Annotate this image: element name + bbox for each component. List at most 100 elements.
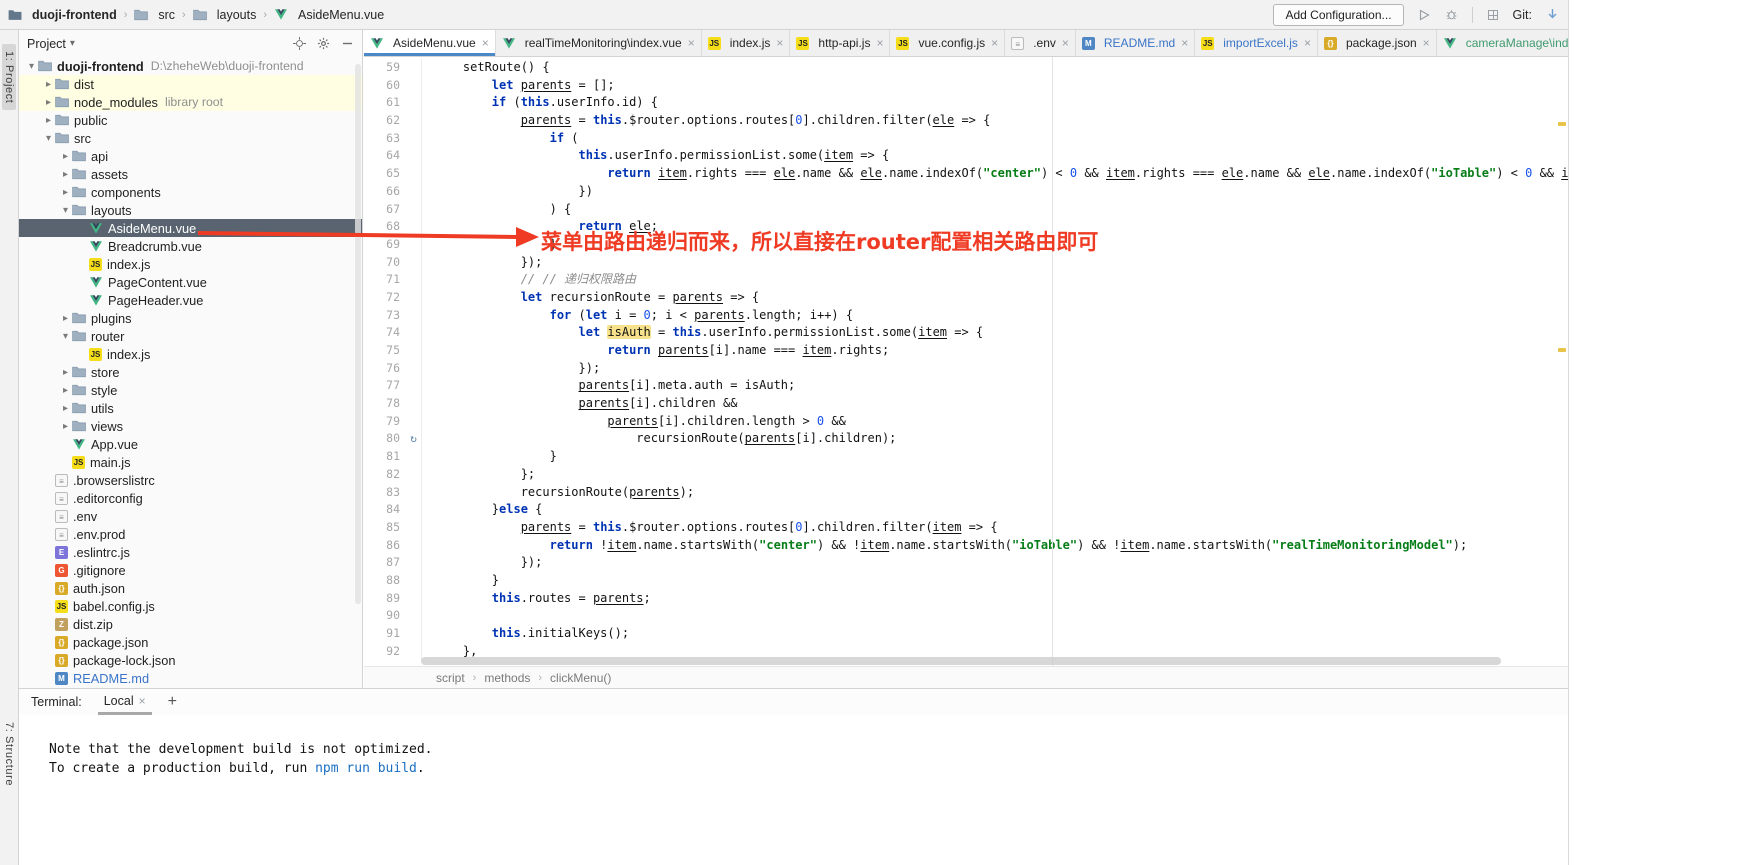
editor-tab-env[interactable]: ≡.env×: [1005, 30, 1076, 56]
project-view-title[interactable]: Project: [27, 37, 66, 51]
line-number[interactable]: 71: [364, 271, 406, 289]
close-icon[interactable]: ×: [139, 694, 146, 708]
tree-item-router[interactable]: ▾router: [19, 327, 362, 345]
line-number[interactable]: 72: [364, 289, 406, 307]
line-number[interactable]: 74: [364, 324, 406, 342]
chevron-closed-icon[interactable]: ▸: [59, 151, 72, 162]
line-number[interactable]: 62: [364, 112, 406, 130]
chevron-closed-icon[interactable]: ▸: [42, 97, 55, 108]
toolwindows-icon[interactable]: [1485, 7, 1501, 23]
line-number[interactable]: 65: [364, 165, 406, 183]
chevron-closed-icon[interactable]: ▸: [42, 115, 55, 126]
tree-item-pagecontent-vue[interactable]: PageContent.vue: [19, 273, 362, 291]
tree-item-utils[interactable]: ▸utils: [19, 399, 362, 417]
line-number[interactable]: 75: [364, 342, 406, 360]
editor-breadcrumb-methods[interactable]: methods: [484, 671, 530, 685]
line-number[interactable]: 78: [364, 395, 406, 413]
line-number[interactable]: 63: [364, 130, 406, 148]
tree-item-views[interactable]: ▸views: [19, 417, 362, 435]
close-icon[interactable]: ×: [1423, 36, 1430, 50]
tree-item-package-json[interactable]: {}package.json: [19, 633, 362, 651]
chevron-open-icon[interactable]: ▾: [59, 205, 72, 216]
line-number[interactable]: 76: [364, 360, 406, 378]
terminal-tab-local[interactable]: Local ×: [98, 690, 152, 715]
editor-tab-importexcel-js[interactable]: JSimportExcel.js×: [1195, 30, 1318, 56]
line-number[interactable]: 61: [364, 94, 406, 112]
chevron-open-icon[interactable]: ▾: [25, 61, 38, 72]
close-icon[interactable]: ×: [991, 36, 998, 50]
line-number[interactable]: 77: [364, 377, 406, 395]
line-number[interactable]: 88: [364, 572, 406, 590]
line-number[interactable]: 67: [364, 201, 406, 219]
line-number[interactable]: 60: [364, 77, 406, 95]
editor-breadcrumb-script[interactable]: script: [436, 671, 465, 685]
project-scrollbar[interactable]: [355, 64, 361, 604]
editor-tab-http-api-js[interactable]: JShttp-api.js×: [790, 30, 890, 56]
tree-item-public[interactable]: ▸public: [19, 111, 362, 129]
editor-tab-asidemenu-vue[interactable]: AsideMenu.vue×: [364, 30, 496, 56]
line-number[interactable]: 69: [364, 236, 406, 254]
tree-item-package-lock-json[interactable]: {}package-lock.json: [19, 651, 362, 669]
tree-item-node-modules[interactable]: ▸node_moduleslibrary root: [19, 93, 362, 111]
breadcrumb-item-duoji-frontend[interactable]: duoji-frontend: [8, 8, 117, 22]
hide-panel-icon[interactable]: [341, 37, 354, 50]
tree-item-assets[interactable]: ▸assets: [19, 165, 362, 183]
line-number[interactable]: 66: [364, 183, 406, 201]
chevron-closed-icon[interactable]: ▸: [59, 313, 72, 324]
line-number[interactable]: 79: [364, 413, 406, 431]
recursive-call-icon[interactable]: ↻: [406, 430, 422, 448]
tree-item-gitignore[interactable]: G.gitignore: [19, 561, 362, 579]
tree-item-browserslistrc[interactable]: ≡.browserslistrc: [19, 471, 362, 489]
chevron-closed-icon[interactable]: ▸: [59, 169, 72, 180]
run-icon[interactable]: [1416, 7, 1432, 23]
close-icon[interactable]: ×: [1304, 36, 1311, 50]
horizontal-scrollbar[interactable]: [421, 657, 1501, 665]
chevron-closed-icon[interactable]: ▸: [59, 385, 72, 396]
locate-file-icon[interactable]: [293, 37, 306, 50]
close-icon[interactable]: ×: [1181, 36, 1188, 50]
line-number[interactable]: 89: [364, 590, 406, 608]
vcs-update-icon[interactable]: [1544, 7, 1560, 23]
add-configuration-button[interactable]: Add Configuration...: [1273, 4, 1403, 26]
breadcrumb-item-src[interactable]: src: [134, 8, 175, 22]
tree-item-app-vue[interactable]: App.vue: [19, 435, 362, 453]
line-number[interactable]: 90: [364, 607, 406, 625]
tree-item-src[interactable]: ▾src: [19, 129, 362, 147]
line-number[interactable]: 59: [364, 59, 406, 77]
line-number[interactable]: 91: [364, 625, 406, 643]
error-stripe-mark[interactable]: [1558, 348, 1566, 352]
tree-item-plugins[interactable]: ▸plugins: [19, 309, 362, 327]
editor-tab-realtimemonitoring-index-vue[interactable]: realTimeMonitoring\index.vue×: [496, 30, 702, 56]
chevron-closed-icon[interactable]: ▸: [42, 79, 55, 90]
chevron-closed-icon[interactable]: ▸: [59, 367, 72, 378]
tree-item-readme-md[interactable]: MREADME.md: [19, 669, 362, 687]
tree-item-babel-config-js[interactable]: JSbabel.config.js: [19, 597, 362, 615]
chevron-closed-icon[interactable]: ▸: [59, 421, 72, 432]
tree-item-main-js[interactable]: JSmain.js: [19, 453, 362, 471]
tree-item-env[interactable]: ≡.env: [19, 507, 362, 525]
tree-item-components[interactable]: ▸components: [19, 183, 362, 201]
tree-item-dist-zip[interactable]: Zdist.zip: [19, 615, 362, 633]
tree-item-auth-json[interactable]: {}auth.json: [19, 579, 362, 597]
editor-tab-package-json[interactable]: {}package.json×: [1318, 30, 1437, 56]
tree-item-editorconfig[interactable]: ≡.editorconfig: [19, 489, 362, 507]
tree-item-store[interactable]: ▸store: [19, 363, 362, 381]
line-number[interactable]: 80: [364, 430, 406, 448]
tree-item-duoji-frontend[interactable]: ▾duoji-frontendD:\zheheWeb\duoji-fronten…: [19, 57, 362, 75]
editor-breadcrumb-clickmenu[interactable]: clickMenu(): [550, 671, 611, 685]
line-number[interactable]: 64: [364, 147, 406, 165]
line-number[interactable]: 86: [364, 537, 406, 555]
tree-item-pageheader-vue[interactable]: PageHeader.vue: [19, 291, 362, 309]
tree-item-breadcrumb-vue[interactable]: Breadcrumb.vue: [19, 237, 362, 255]
chevron-closed-icon[interactable]: ▸: [59, 187, 72, 198]
line-number[interactable]: 92: [364, 643, 406, 661]
line-number[interactable]: 82: [364, 466, 406, 484]
tool-stripe-project-button[interactable]: 1: Project: [2, 44, 16, 110]
close-icon[interactable]: ×: [688, 36, 695, 50]
tree-item-dist[interactable]: ▸dist: [19, 75, 362, 93]
editor-tab-vue-config-js[interactable]: JSvue.config.js×: [890, 30, 1005, 56]
line-number[interactable]: 73: [364, 307, 406, 325]
gear-icon[interactable]: [317, 37, 330, 50]
close-icon[interactable]: ×: [876, 36, 883, 50]
tree-item-index-js[interactable]: JSindex.js: [19, 345, 362, 363]
